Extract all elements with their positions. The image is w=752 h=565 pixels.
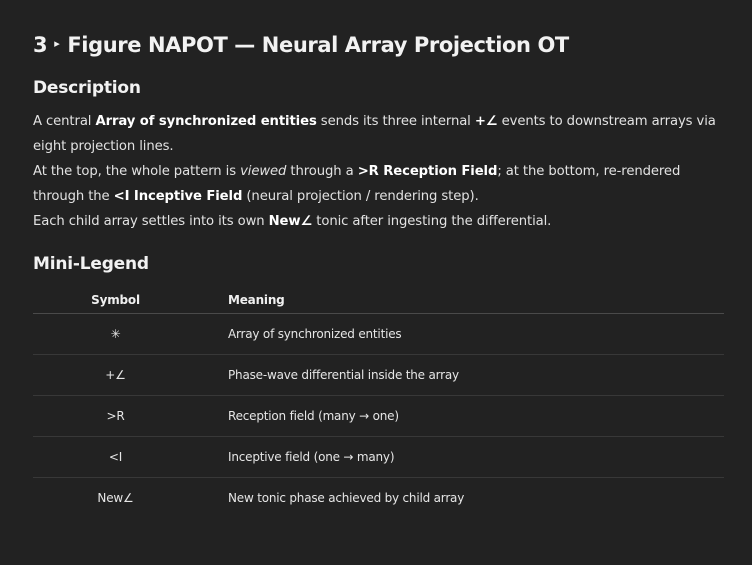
legend-meaning: Phase-wave differential inside the array (198, 354, 724, 396)
table-row: New∠ New tonic phase achieved by child a… (33, 478, 724, 519)
legend-meaning: Inceptive field (one → many) (198, 436, 724, 478)
table-row: >R Reception field (many → one) (33, 395, 724, 437)
legend-meaning: New tonic phase achieved by child array (228, 491, 465, 505)
legend-symbol: <I (33, 436, 198, 478)
description-paragraph-2: At the top, the whole pattern is viewed … (33, 159, 724, 209)
bold-text: >R Reception Field (357, 164, 498, 179)
text-run: tonic after ingesting the differential. (312, 214, 552, 229)
bold-text: +∠ (474, 114, 498, 129)
section-number: 3 (33, 33, 48, 57)
legend-meaning: Reception field (many → one) (198, 395, 724, 437)
text-run: At the top, the whole pattern is (33, 164, 241, 179)
text-run: A central (33, 114, 96, 129)
legend-heading: Mini-Legend (33, 254, 149, 274)
legend-symbol: >R (33, 395, 198, 437)
legend-table: Symbol Meaning ✳ Array of synchronized e… (33, 287, 724, 518)
text-run: Each child array settles into its own (33, 214, 269, 229)
bold-text: <I Inceptive Field (113, 189, 243, 204)
text-run: (neural projection / rendering step). (242, 189, 479, 204)
text-run: through a (286, 164, 358, 179)
section-title: Figure NAPOT — Neural Array Projection O… (67, 33, 569, 57)
column-header-meaning: Meaning (198, 287, 724, 314)
description-heading: Description (33, 78, 141, 98)
bold-text: New∠ (268, 214, 313, 229)
triangle-marker-icon: ▸ (54, 37, 60, 50)
description-paragraph-3: Each child array settles into its own Ne… (33, 209, 724, 234)
bold-text: Array of synchronized entities (95, 114, 317, 129)
table-row: <I Inceptive field (one → many) (33, 436, 724, 478)
table-row: ✳ Array of synchronized entities (33, 313, 724, 355)
column-header-symbol: Symbol (33, 287, 198, 314)
legend-meaning: Array of synchronized entities (198, 313, 724, 355)
section-heading: 3 ▸ Figure NAPOT — Neural Array Projecti… (33, 30, 724, 60)
table-row: +∠ Phase-wave differential inside the ar… (33, 354, 724, 396)
text-run: sends its three internal (316, 114, 475, 129)
legend-header-row: Symbol Meaning (33, 287, 724, 314)
legend-symbol: +∠ (33, 354, 198, 396)
description-paragraph-1: A central Array of synchronized entities… (33, 109, 724, 159)
document-page: 3 ▸ Figure NAPOT — Neural Array Projecti… (0, 0, 752, 565)
description-body: A central Array of synchronized entities… (33, 109, 724, 234)
legend-symbol-asterisk-icon: ✳ (33, 313, 198, 355)
italic-text: viewed (240, 164, 287, 179)
legend-symbol: New∠ (97, 491, 134, 505)
